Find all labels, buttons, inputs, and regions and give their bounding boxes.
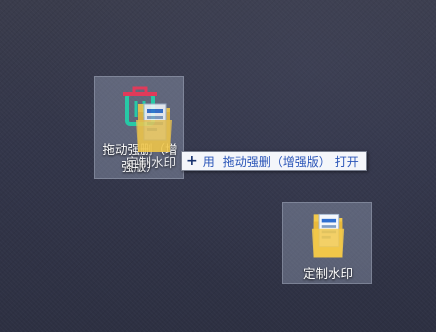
tooltip-target: 拖动强删（增强版） — [222, 154, 331, 169]
drop-tooltip: + 用 拖动强删（增强版） 打开 — [181, 151, 367, 171]
tooltip-verb: 用 — [202, 154, 215, 169]
folder-icon — [136, 103, 172, 152]
desktop-icon-label: 定制水印 — [302, 266, 353, 281]
desktop-icon-folder[interactable]: 定制水印 — [282, 202, 372, 284]
tooltip-action: 打开 — [334, 154, 359, 169]
drag-ghost: 定制水印 — [126, 98, 186, 178]
folder-icon — [311, 213, 345, 258]
plus-icon: + — [186, 153, 198, 169]
